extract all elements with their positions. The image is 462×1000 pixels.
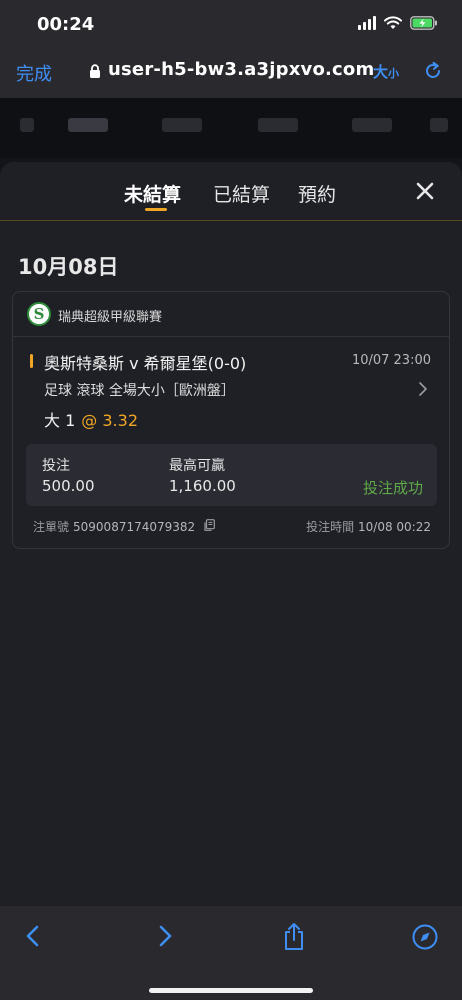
wifi-icon (384, 16, 402, 30)
ticket-row: 注單號 5090087174079382 (33, 518, 216, 535)
date-heading: 10月08日 (18, 255, 119, 279)
tab-reserved[interactable]: 預約 (298, 180, 336, 207)
reload-icon[interactable] (422, 60, 444, 86)
league-logo-letter: S (33, 305, 45, 323)
match-marker (30, 354, 33, 368)
battery-charging-icon (410, 16, 438, 30)
status-bar: 00:24 (0, 0, 462, 48)
status-time: 00:24 (37, 14, 95, 35)
max-win-label: 最高可贏 (169, 458, 225, 474)
market-info: 足球 滾球 全場大小［歐洲盤］ (44, 383, 235, 399)
bet-time-label: 投注時間 (306, 520, 355, 534)
selection-row: 大 1 @ 3.32 (44, 407, 138, 431)
tab-bar: 未結算 已結算 預約 (0, 162, 462, 221)
bet-time: 10/08 00:22 (358, 520, 431, 534)
tab-unsettled[interactable]: 未結算 (124, 180, 181, 207)
home-indicator (149, 988, 313, 993)
copy-icon[interactable] (203, 518, 216, 535)
bet-records-sheet: 未結算 已結算 預約 10月08日 S 瑞典超級甲級聯賽 奧斯特桑斯 v 希爾星… (0, 162, 462, 906)
bet-card[interactable]: S 瑞典超級甲級聯賽 奧斯特桑斯 v 希爾星堡(0-0) 10/07 23:00… (12, 291, 450, 549)
stake-summary: 投注 500.00 最高可贏 1,160.00 投注成功 (26, 444, 437, 506)
background-nav (0, 98, 462, 158)
lock-icon (89, 64, 101, 83)
match-name: 奧斯特桑斯 v 希爾星堡(0-0) (44, 354, 247, 373)
text-size-small-label: 小 (388, 67, 400, 80)
forward-icon[interactable] (154, 922, 176, 954)
text-size-button[interactable]: 大小 (373, 61, 399, 82)
chevron-right-icon[interactable] (418, 381, 428, 401)
close-icon[interactable] (414, 180, 436, 202)
league-row: S 瑞典超級甲級聯賽 (13, 292, 449, 337)
browser-url-bar: 完成 user-h5-bw3.a3jpxvo.com 大小 (0, 48, 462, 98)
back-icon[interactable] (22, 922, 44, 954)
done-button[interactable]: 完成 (16, 60, 52, 86)
selection: 大 1 (44, 411, 76, 430)
tab-settled[interactable]: 已結算 (213, 180, 270, 207)
status-icons (358, 16, 438, 30)
compass-icon[interactable] (410, 922, 440, 956)
ticket-id: 5090087174079382 (73, 519, 196, 534)
browser-toolbar (0, 906, 462, 1000)
ticket-label: 注單號 (33, 520, 70, 534)
text-size-large-label: 大 (373, 63, 389, 81)
max-win-value: 1,160.00 (169, 477, 236, 495)
league-logo: S (27, 302, 51, 326)
active-tab-indicator (145, 208, 167, 211)
match-time: 10/07 23:00 (351, 353, 431, 368)
url-address[interactable]: user-h5-bw3.a3jpxvo.com (108, 59, 374, 80)
league-name: 瑞典超級甲級聯賽 (58, 310, 163, 325)
odds: @ 3.32 (81, 411, 138, 430)
stake-value: 500.00 (42, 477, 95, 495)
bet-time-row: 投注時間 10/08 00:22 (306, 518, 431, 535)
share-icon[interactable] (281, 922, 307, 956)
stake-label: 投注 (42, 458, 70, 474)
cellular-signal-icon (358, 16, 376, 30)
status-badge: 投注成功 (362, 479, 423, 497)
